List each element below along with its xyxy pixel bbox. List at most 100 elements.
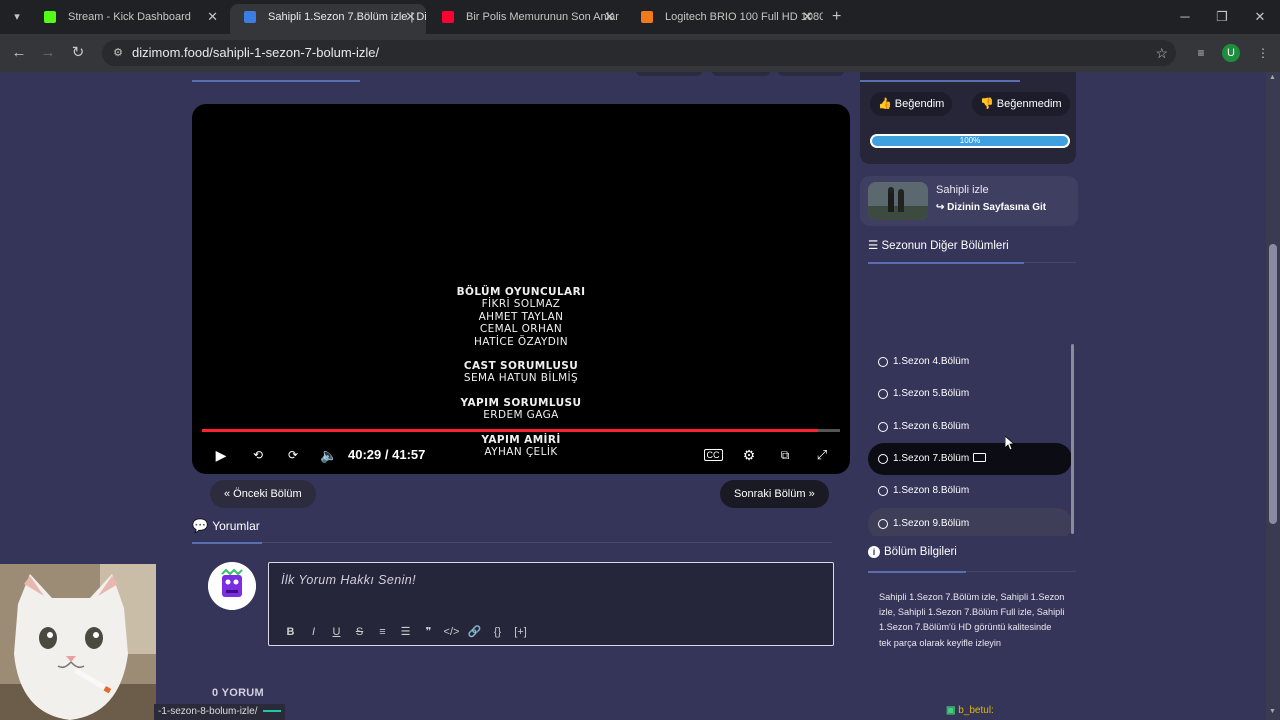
episode-item[interactable]: 1.Sezon 5.Bölüm bbox=[868, 378, 1072, 410]
rewind-10-icon[interactable]: ⟲ bbox=[247, 444, 269, 466]
scroll-down-icon[interactable]: ▼ bbox=[1269, 708, 1277, 715]
show-thumbnail bbox=[868, 182, 928, 220]
chat-overlay: ▣ b_betul: bbox=[946, 705, 994, 716]
credit-heading: YAPIM SORUMLUSU bbox=[460, 396, 582, 409]
address-bar[interactable]: ⚙ dizimom.food/sahipli-1-sezon-7-bolum-i… bbox=[102, 40, 1176, 66]
url-text[interactable]: dizimom.food/sahipli-1-sezon-7-bolum-izl… bbox=[132, 40, 379, 66]
info-icon: i bbox=[868, 546, 880, 558]
browser-menu-icon[interactable]: ⋮ bbox=[1252, 42, 1274, 64]
browser-tab[interactable]: Stream - Kick Dashboard ✕ bbox=[30, 4, 228, 34]
ordered-list-icon[interactable]: ≡ bbox=[371, 626, 394, 638]
time-separator: / bbox=[384, 447, 389, 462]
episode-label: 1.Sezon 8.Bölüm bbox=[893, 485, 970, 497]
picture-in-picture-icon[interactable]: ⧉ bbox=[774, 444, 796, 466]
reading-list-icon[interactable]: ≡ bbox=[1190, 42, 1212, 64]
browser-tab[interactable]: Sahipli 1.Sezon 7.Bölüm izle | Di ✕ bbox=[230, 4, 426, 34]
code-icon[interactable]: </> bbox=[440, 626, 463, 638]
info-divider bbox=[868, 571, 1076, 573]
tv-icon bbox=[973, 452, 987, 462]
current-time: 40:29 bbox=[348, 447, 382, 462]
tab-title: Bir Polis Memurunun Son Anlar bbox=[466, 11, 619, 23]
episode-item[interactable]: 1.Sezon 8.Bölüm bbox=[868, 475, 1072, 507]
volume-icon[interactable]: 🔈 bbox=[318, 444, 340, 466]
tab-favicon-icon bbox=[641, 11, 653, 23]
vote-card: 👍 Beğendim 👎 Beğenmedim 100% bbox=[860, 72, 1076, 164]
video-time: 40:29 / 41:57 bbox=[348, 444, 425, 466]
tab-close-icon[interactable]: ✕ bbox=[604, 4, 615, 30]
episode-list: 1.Sezon 4.Bölüm 1.Sezon 5.Bölüm 1.Sezon 6.… bbox=[868, 272, 1074, 536]
rating-fill: 100% bbox=[872, 136, 1068, 146]
top-pill[interactable] bbox=[636, 72, 702, 76]
comments-divider bbox=[192, 542, 832, 544]
credit-name: FİKRİ SOLMAZ bbox=[481, 298, 561, 311]
show-link-label: Dizinin Sayfasına Git bbox=[947, 202, 1047, 213]
maximize-icon[interactable]: ❐ bbox=[1211, 6, 1233, 28]
captions-icon[interactable]: CC bbox=[702, 444, 724, 466]
new-tab-button[interactable]: + bbox=[832, 6, 846, 28]
show-page-link[interactable]: ↪ Dizinin Sayfasına Git bbox=[936, 202, 1046, 213]
tab-favicon-icon bbox=[442, 11, 454, 23]
episode-item[interactable]: 1.Sezon 6.Bölüm bbox=[868, 411, 1072, 443]
browser-tab[interactable]: Logitech BRIO 100 Full HD 1080 ✕ bbox=[627, 4, 823, 34]
tab-title: Stream - Kick Dashboard bbox=[68, 11, 191, 23]
fullscreen-icon[interactable]: ⤢ bbox=[811, 444, 833, 466]
tab-close-icon[interactable]: ✕ bbox=[802, 4, 813, 30]
site-info-icon[interactable]: ⚙ bbox=[110, 45, 126, 61]
credit-name: ERDEM GAGA bbox=[483, 409, 559, 422]
rating-bar: 100% bbox=[870, 134, 1070, 148]
next-episode-button[interactable]: Sonraki Bölüm » bbox=[720, 480, 829, 508]
comment-placeholder[interactable]: İlk Yorum Hakkı Senin! bbox=[281, 573, 416, 587]
mouse-cursor-icon bbox=[1005, 436, 1015, 450]
episode-list-scrollbar[interactable] bbox=[1071, 344, 1074, 534]
circle-icon bbox=[878, 486, 888, 497]
circle-icon bbox=[878, 357, 888, 367]
video-progress-bar[interactable] bbox=[202, 429, 840, 432]
bold-icon[interactable]: B bbox=[279, 626, 302, 638]
credit-name: AHMET TAYLAN bbox=[478, 310, 564, 323]
play-icon[interactable]: ▶ bbox=[210, 444, 232, 466]
episode-item[interactable]: 1.Sezon 9.Bölüm bbox=[868, 507, 1072, 536]
close-window-icon[interactable]: ✕ bbox=[1249, 6, 1271, 28]
profile-avatar[interactable]: U bbox=[1222, 44, 1240, 62]
strike-icon[interactable]: S bbox=[348, 626, 371, 638]
tab-search-icon[interactable]: ▾ bbox=[6, 6, 28, 28]
prev-episode-button[interactable]: « Önceki Bölüm bbox=[210, 480, 316, 508]
browser-tab[interactable]: Bir Polis Memurunun Son Anlar ✕ bbox=[428, 4, 625, 34]
dislike-button[interactable]: 👎 Beğenmedim bbox=[972, 92, 1070, 116]
browser-toolbar: ← → ↻ ⚙ dizimom.food/sahipli-1-sezon-7-b… bbox=[0, 34, 1280, 72]
underline-icon[interactable]: U bbox=[325, 626, 348, 638]
episode-label: 1.Sezon 4.Bölüm bbox=[893, 356, 970, 367]
reload-icon[interactable]: ↻ bbox=[67, 42, 89, 64]
page-scrollbar[interactable]: ▲ ▼ bbox=[1266, 72, 1280, 720]
comment-editor[interactable]: İlk Yorum Hakkı Senin! B I U S ≡ ☰ ❞ </> 🔗{} [+] bbox=[268, 562, 834, 646]
credit-heading: BÖLÜM OYUNCULARI bbox=[456, 286, 586, 298]
bookmark-star-icon[interactable]: ☆ bbox=[1155, 40, 1168, 66]
italic-icon[interactable]: I bbox=[302, 626, 325, 638]
tab-title: Sahipli 1.Sezon 7.Bölüm izle | Di bbox=[268, 11, 426, 23]
forward-icon[interactable]: → bbox=[37, 42, 59, 64]
episodes-heading: ☰ Sezonun Diğer Bölümleri bbox=[868, 238, 1009, 252]
top-pill[interactable] bbox=[778, 72, 844, 76]
show-name: Sahipli izle bbox=[936, 184, 989, 196]
video-player[interactable]: BÖLÜM OYUNCULARI FİKRİ SOLMAZ AHMET TAYLAN… bbox=[192, 104, 850, 474]
like-button[interactable]: 👍 Beğendim bbox=[870, 92, 953, 116]
tab-close-icon[interactable]: ✕ bbox=[405, 4, 416, 30]
minimize-icon[interactable]: ─ bbox=[1174, 6, 1196, 28]
scroll-up-icon[interactable]: ▲ bbox=[1269, 74, 1277, 81]
episode-item[interactable]: 1.Sezon 7.Bölüm bbox=[868, 442, 1072, 475]
code-block-icon[interactable]: {} bbox=[486, 626, 509, 638]
bullet-list-icon[interactable]: ☰ bbox=[394, 625, 417, 638]
settings-gear-icon[interactable]: ⚙ bbox=[738, 444, 760, 466]
spoiler-icon[interactable]: [+] bbox=[509, 626, 532, 638]
tab-favicon-icon bbox=[44, 11, 56, 23]
circle-icon bbox=[878, 453, 888, 464]
back-icon[interactable]: ← bbox=[8, 42, 30, 64]
tab-close-icon[interactable]: ✕ bbox=[207, 4, 218, 30]
episode-item[interactable]: 1.Sezon 4.Bölüm bbox=[868, 346, 1072, 378]
show-card[interactable]: Sahipli izle ↪ Dizinin Sayfasına Git bbox=[860, 176, 1078, 226]
link-icon[interactable]: 🔗 bbox=[463, 625, 486, 638]
scrollbar-thumb[interactable] bbox=[1269, 244, 1277, 524]
loop-icon[interactable]: ⟳ bbox=[282, 444, 304, 466]
quote-icon[interactable]: ❞ bbox=[417, 625, 440, 638]
top-pill[interactable] bbox=[712, 72, 770, 76]
